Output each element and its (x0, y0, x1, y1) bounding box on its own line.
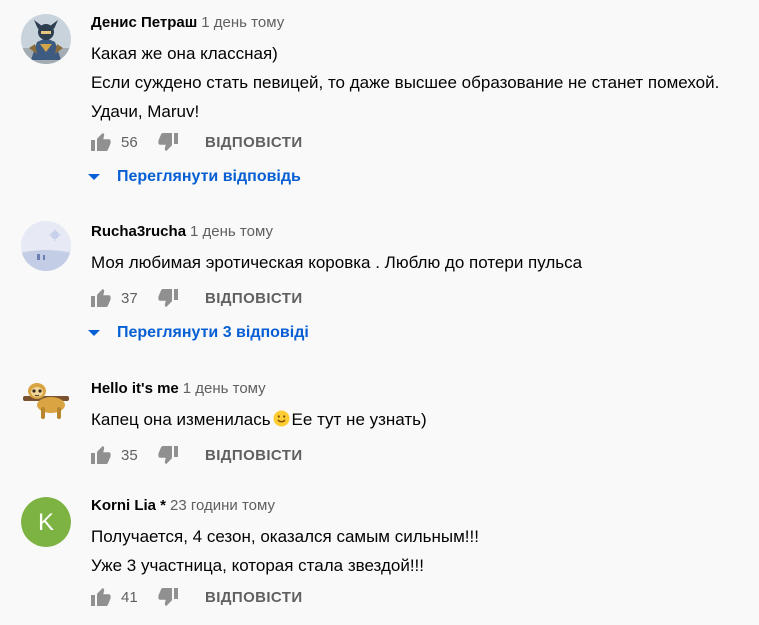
warrior-avatar-icon (21, 14, 71, 64)
letter-avatar-icon: K (21, 497, 71, 547)
comment-line: Уже 3 участница, которая стала звездой!!… (91, 556, 425, 575)
author-avatar[interactable] (21, 14, 71, 64)
comment-line: Если суждено стать певицей, то даже высш… (91, 73, 720, 92)
comment-actions: 41 ВІДПОВІСТИ (90, 585, 303, 609)
reply-button[interactable]: ВІДПОВІСТИ (205, 589, 303, 606)
comment-line: Моя любимая эротическая коровка . Люблю … (91, 253, 583, 272)
caret-down-icon (88, 329, 100, 336)
comment-line: Капец она изменилась Ее тут не узнать) (91, 405, 427, 436)
comment-line: Какая же она классная) (91, 44, 278, 63)
reply-button[interactable]: ВІДПОВІСТИ (205, 134, 303, 151)
view-replies-label: Переглянути 3 відповіді (117, 324, 309, 341)
svg-text:K: K (38, 509, 54, 536)
comment-line: Удачи, Maruv! (91, 102, 200, 121)
comment-header: Денис Петраш 1 день тому (91, 13, 284, 33)
like-button[interactable] (90, 287, 112, 309)
like-button[interactable] (90, 586, 112, 608)
dislike-button[interactable] (157, 131, 179, 153)
comment-time[interactable]: 1 день тому (190, 223, 273, 240)
thumbs-up-icon (91, 588, 111, 606)
comment-text: Капец она изменилась Ее тут не узнать) (91, 405, 427, 436)
comment-text: Получается, 4 сезон, оказался самым силь… (91, 522, 479, 580)
thumbs-up-icon (91, 289, 111, 307)
thumbs-up-icon (91, 446, 111, 464)
comments-section: Денис Петраш 1 день тому Какая же она кла… (0, 0, 759, 625)
dislike-button[interactable] (157, 586, 179, 608)
like-count: 41 (121, 588, 138, 606)
comment-time[interactable]: 23 години тому (170, 497, 275, 514)
comment-time[interactable]: 1 день тому (201, 14, 284, 31)
comment-text-part: Капец она изменилась (91, 410, 271, 429)
like-count: 35 (121, 446, 138, 464)
author-avatar[interactable]: K (21, 497, 71, 547)
author-avatar[interactable] (21, 221, 71, 271)
sloth-avatar-icon (21, 377, 71, 427)
thumbs-down-icon (158, 133, 178, 151)
reply-button[interactable]: ВІДПОВІСТИ (205, 290, 303, 307)
author-name[interactable]: Rucha3rucha (91, 223, 186, 240)
comment-actions: 35 ВІДПОВІСТИ (90, 443, 303, 467)
thumbs-down-icon (158, 289, 178, 307)
dislike-button[interactable] (157, 444, 179, 466)
like-count: 56 (121, 133, 138, 151)
comment-header: Korni Lia * 23 години тому (91, 496, 275, 516)
thumbs-up-icon (91, 133, 111, 151)
smiling-face-emoji-icon (273, 407, 290, 436)
author-name[interactable]: Korni Lia * (91, 497, 166, 514)
like-button[interactable] (90, 131, 112, 153)
comment-text-part: Ее тут не узнать) (291, 410, 427, 429)
author-name[interactable]: Hello it's me (91, 380, 179, 397)
thumbs-down-icon (158, 588, 178, 606)
thumbs-down-icon (158, 446, 178, 464)
comment-line: Получается, 4 сезон, оказался самым силь… (91, 527, 479, 546)
comment-time[interactable]: 1 день тому (183, 380, 266, 397)
reply-button[interactable]: ВІДПОВІСТИ (205, 447, 303, 464)
author-avatar[interactable] (21, 377, 71, 427)
view-replies-label: Переглянути відповідь (117, 168, 301, 185)
author-name[interactable]: Денис Петраш (91, 14, 197, 31)
comment-header: Hello it's me 1 день тому (91, 379, 266, 399)
view-replies-button[interactable]: Переглянути 3 відповіді (88, 322, 309, 344)
landscape-avatar-icon (21, 221, 71, 271)
view-replies-button[interactable]: Переглянути відповідь (88, 166, 301, 188)
dislike-button[interactable] (157, 287, 179, 309)
like-count: 37 (121, 289, 138, 307)
like-button[interactable] (90, 444, 112, 466)
caret-down-icon (88, 173, 100, 180)
comment-actions: 56 ВІДПОВІСТИ (90, 130, 303, 154)
comment-text: Моя любимая эротическая коровка . Люблю … (91, 248, 582, 277)
comment-actions: 37 ВІДПОВІСТИ (90, 286, 303, 310)
comment-header: Rucha3rucha 1 день тому (91, 222, 273, 242)
comment-text: Какая же она классная) Если суждено стат… (91, 39, 719, 126)
